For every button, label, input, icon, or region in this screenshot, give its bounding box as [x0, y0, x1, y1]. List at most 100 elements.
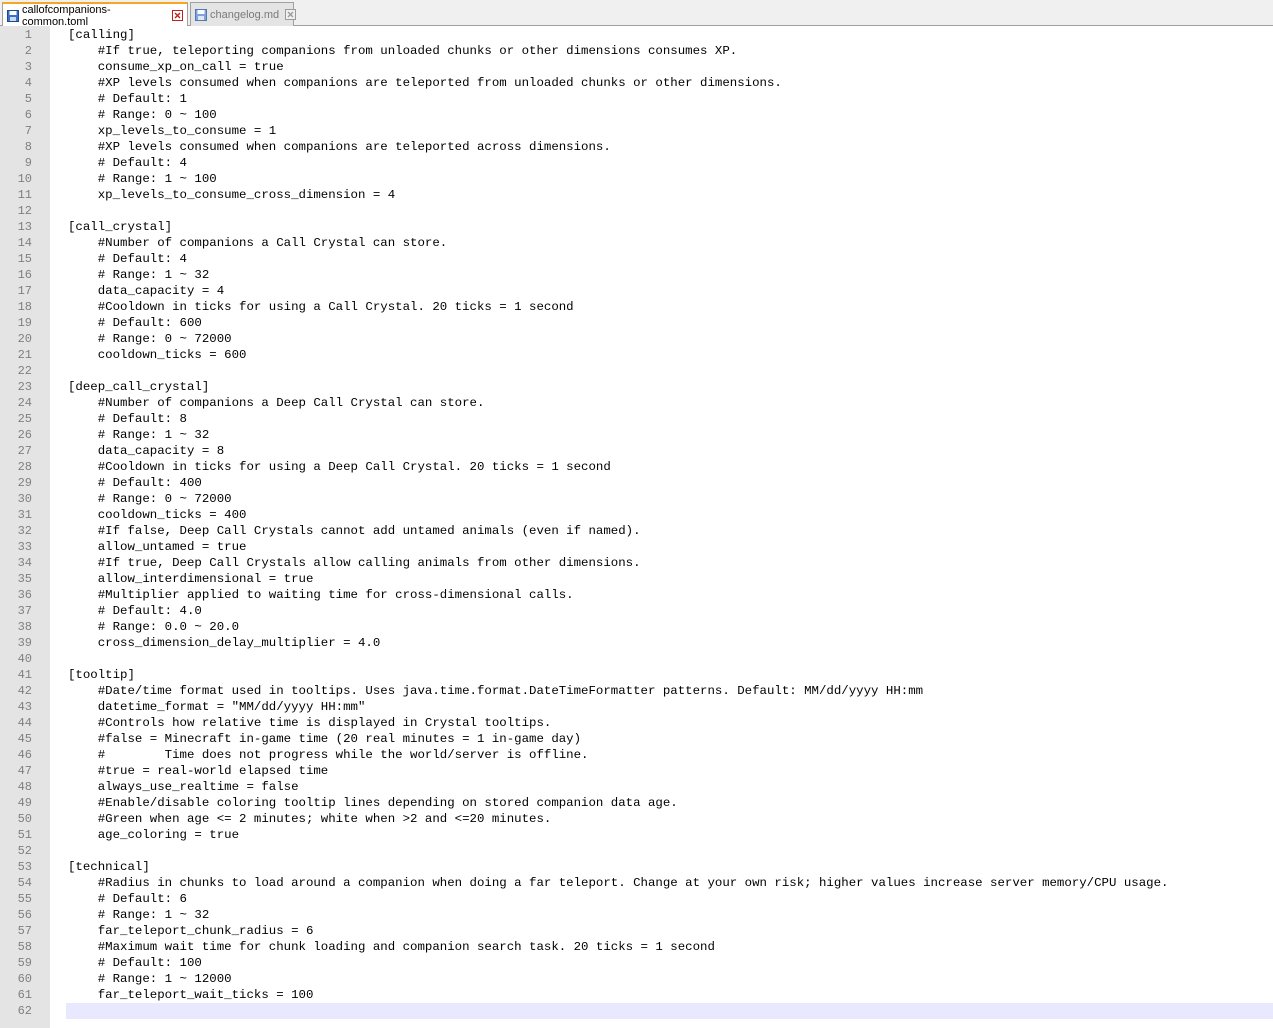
code-line[interactable]: 24 #Number of companions a Deep Call Cry… [0, 395, 1273, 411]
code-line[interactable]: 53 [technical] [0, 859, 1273, 875]
line-number: 14 [17, 236, 32, 250]
close-tab-icon[interactable] [172, 10, 183, 21]
code-line[interactable]: 41 [tooltip] [0, 667, 1273, 683]
code-line[interactable]: 49 #Enable/disable coloring tooltip line… [0, 795, 1273, 811]
code-line[interactable]: 19 # Default: 600 [0, 315, 1273, 331]
code-line[interactable]: 15 # Default: 4 [0, 251, 1273, 267]
line-number: 15 [17, 252, 32, 266]
line-number: 42 [17, 684, 32, 698]
line-text: cooldown_ticks = 600 [68, 348, 247, 362]
code-line[interactable]: 55 # Default: 6 [0, 891, 1273, 907]
code-line[interactable]: 50 #Green when age <= 2 minutes; white w… [0, 811, 1273, 827]
code-line[interactable]: 6 # Range: 0 ~ 100 [0, 107, 1273, 123]
code-line[interactable]: 46 # Time does not progress while the wo… [0, 747, 1273, 763]
code-line[interactable]: 33 allow_untamed = true [0, 539, 1273, 555]
code-line[interactable]: 42 #Date/time format used in tooltips. U… [0, 683, 1273, 699]
tab-changelog[interactable]: changelog.md [190, 2, 297, 26]
line-text: # Range: 1 ~ 12000 [68, 972, 232, 986]
code-line[interactable]: 36 #Multiplier applied to waiting time f… [0, 587, 1273, 603]
code-line[interactable]: 30 # Range: 0 ~ 72000 [0, 491, 1273, 507]
code-line[interactable]: 11 xp_levels_to_consume_cross_dimension … [0, 187, 1273, 203]
code-line[interactable]: 56 # Range: 1 ~ 32 [0, 907, 1273, 923]
line-text: #XP levels consumed when companions are … [68, 76, 782, 90]
code-line[interactable]: 44 #Controls how relative time is displa… [0, 715, 1273, 731]
code-line[interactable]: 16 # Range: 1 ~ 32 [0, 267, 1273, 283]
code-line[interactable]: 28 #Cooldown in ticks for using a Deep C… [0, 459, 1273, 475]
line-text: [technical] [68, 860, 150, 874]
line-number: 11 [17, 188, 32, 202]
code-line[interactable]: 31 cooldown_ticks = 400 [0, 507, 1273, 523]
code-line[interactable]: 2 #If true, teleporting companions from … [0, 43, 1273, 59]
code-editor[interactable]: 1 [calling] 2 #If true, teleporting compan… [0, 26, 1273, 1028]
line-text: # Range: 0 ~ 72000 [68, 332, 232, 346]
code-line[interactable]: 32 #If false, Deep Call Crystals cannot … [0, 523, 1273, 539]
code-line[interactable]: 34 #If true, Deep Call Crystals allow ca… [0, 555, 1273, 571]
code-line[interactable]: 21 cooldown_ticks = 600 [0, 347, 1273, 363]
line-number: 44 [17, 716, 32, 730]
code-line[interactable]: 22 [0, 363, 1273, 379]
code-line[interactable]: 37 # Default: 4.0 [0, 603, 1273, 619]
code-line[interactable]: 7 xp_levels_to_consume = 1 [0, 123, 1273, 139]
line-number: 8 [24, 140, 32, 154]
code-line[interactable]: 48 always_use_realtime = false [0, 779, 1273, 795]
line-number: 57 [17, 924, 32, 938]
code-line[interactable]: 23 [deep_call_crystal] [0, 379, 1273, 395]
code-line[interactable]: 58 #Maximum wait time for chunk loading … [0, 939, 1273, 955]
line-number: 56 [17, 908, 32, 922]
code-line[interactable]: 61 far_teleport_wait_ticks = 100 [0, 987, 1273, 1003]
code-line[interactable]: 3 consume_xp_on_call = true [0, 59, 1273, 75]
line-text: #XP levels consumed when companions are … [68, 140, 611, 154]
line-text: xp_levels_to_consume_cross_dimension = 4 [68, 188, 396, 202]
code-line[interactable]: 13 [call_crystal] [0, 219, 1273, 235]
line-text: datetime_format = "MM/dd/yyyy HH:mm" [68, 700, 366, 714]
code-line[interactable]: 9 # Default: 4 [0, 155, 1273, 171]
code-line[interactable]: 45 #false = Minecraft in-game time (20 r… [0, 731, 1273, 747]
code-line[interactable]: 5 # Default: 1 [0, 91, 1273, 107]
line-number: 7 [24, 124, 32, 138]
code-line[interactable]: 51 age_coloring = true [0, 827, 1273, 843]
code-line[interactable]: 12 [0, 203, 1273, 219]
code-line[interactable]: 47 #true = real-world elapsed time [0, 763, 1273, 779]
line-number: 32 [17, 524, 32, 538]
code-line[interactable]: 18 #Cooldown in ticks for using a Call C… [0, 299, 1273, 315]
line-number: 26 [17, 428, 32, 442]
code-line[interactable]: 25 # Default: 8 [0, 411, 1273, 427]
code-line[interactable]: 26 # Range: 1 ~ 32 [0, 427, 1273, 443]
tab-callofcompanions-common[interactable]: callofcompanions-common.toml [2, 2, 188, 28]
code-line[interactable]: 35 allow_interdimensional = true [0, 571, 1273, 587]
line-text: # Range: 1 ~ 32 [68, 428, 210, 442]
close-tab-icon[interactable] [285, 9, 297, 20]
current-line-highlight [66, 1003, 1273, 1019]
line-text: #If false, Deep Call Crystals cannot add… [68, 524, 641, 538]
code-line[interactable]: 40 [0, 651, 1273, 667]
code-line[interactable]: 39 cross_dimension_delay_multiplier = 4.… [0, 635, 1273, 651]
code-line[interactable]: 62 [0, 1003, 1273, 1019]
code-line[interactable]: 17 data_capacity = 4 [0, 283, 1273, 299]
line-number: 13 [17, 220, 32, 234]
code-line[interactable]: 38 # Range: 0.0 ~ 20.0 [0, 619, 1273, 635]
line-number: 4 [24, 76, 32, 90]
floppy-disk-icon [195, 8, 207, 21]
code-line[interactable]: 20 # Range: 0 ~ 72000 [0, 331, 1273, 347]
code-line[interactable]: 8 #XP levels consumed when companions ar… [0, 139, 1273, 155]
code-line[interactable]: 29 # Default: 400 [0, 475, 1273, 491]
line-number: 25 [17, 412, 32, 426]
code-line[interactable]: 59 # Default: 100 [0, 955, 1273, 971]
line-text: # Time does not progress while the world… [68, 748, 589, 762]
code-line[interactable]: 4 #XP levels consumed when companions ar… [0, 75, 1273, 91]
code-line[interactable]: 54 #Radius in chunks to load around a co… [0, 875, 1273, 891]
code-line[interactable]: 57 far_teleport_chunk_radius = 6 [0, 923, 1273, 939]
line-text: xp_levels_to_consume = 1 [68, 124, 277, 138]
line-text: # Default: 400 [68, 476, 202, 490]
line-number: 34 [17, 556, 32, 570]
code-line[interactable]: 1 [calling] [0, 27, 1273, 43]
code-line[interactable]: 27 data_capacity = 8 [0, 443, 1273, 459]
line-number: 45 [17, 732, 32, 746]
code-line[interactable]: 10 # Range: 1 ~ 100 [0, 171, 1273, 187]
line-number: 17 [17, 284, 32, 298]
code-line[interactable]: 60 # Range: 1 ~ 12000 [0, 971, 1273, 987]
code-line[interactable]: 52 [0, 843, 1273, 859]
line-number: 16 [17, 268, 32, 282]
code-line[interactable]: 43 datetime_format = "MM/dd/yyyy HH:mm" [0, 699, 1273, 715]
code-line[interactable]: 14 #Number of companions a Call Crystal … [0, 235, 1273, 251]
